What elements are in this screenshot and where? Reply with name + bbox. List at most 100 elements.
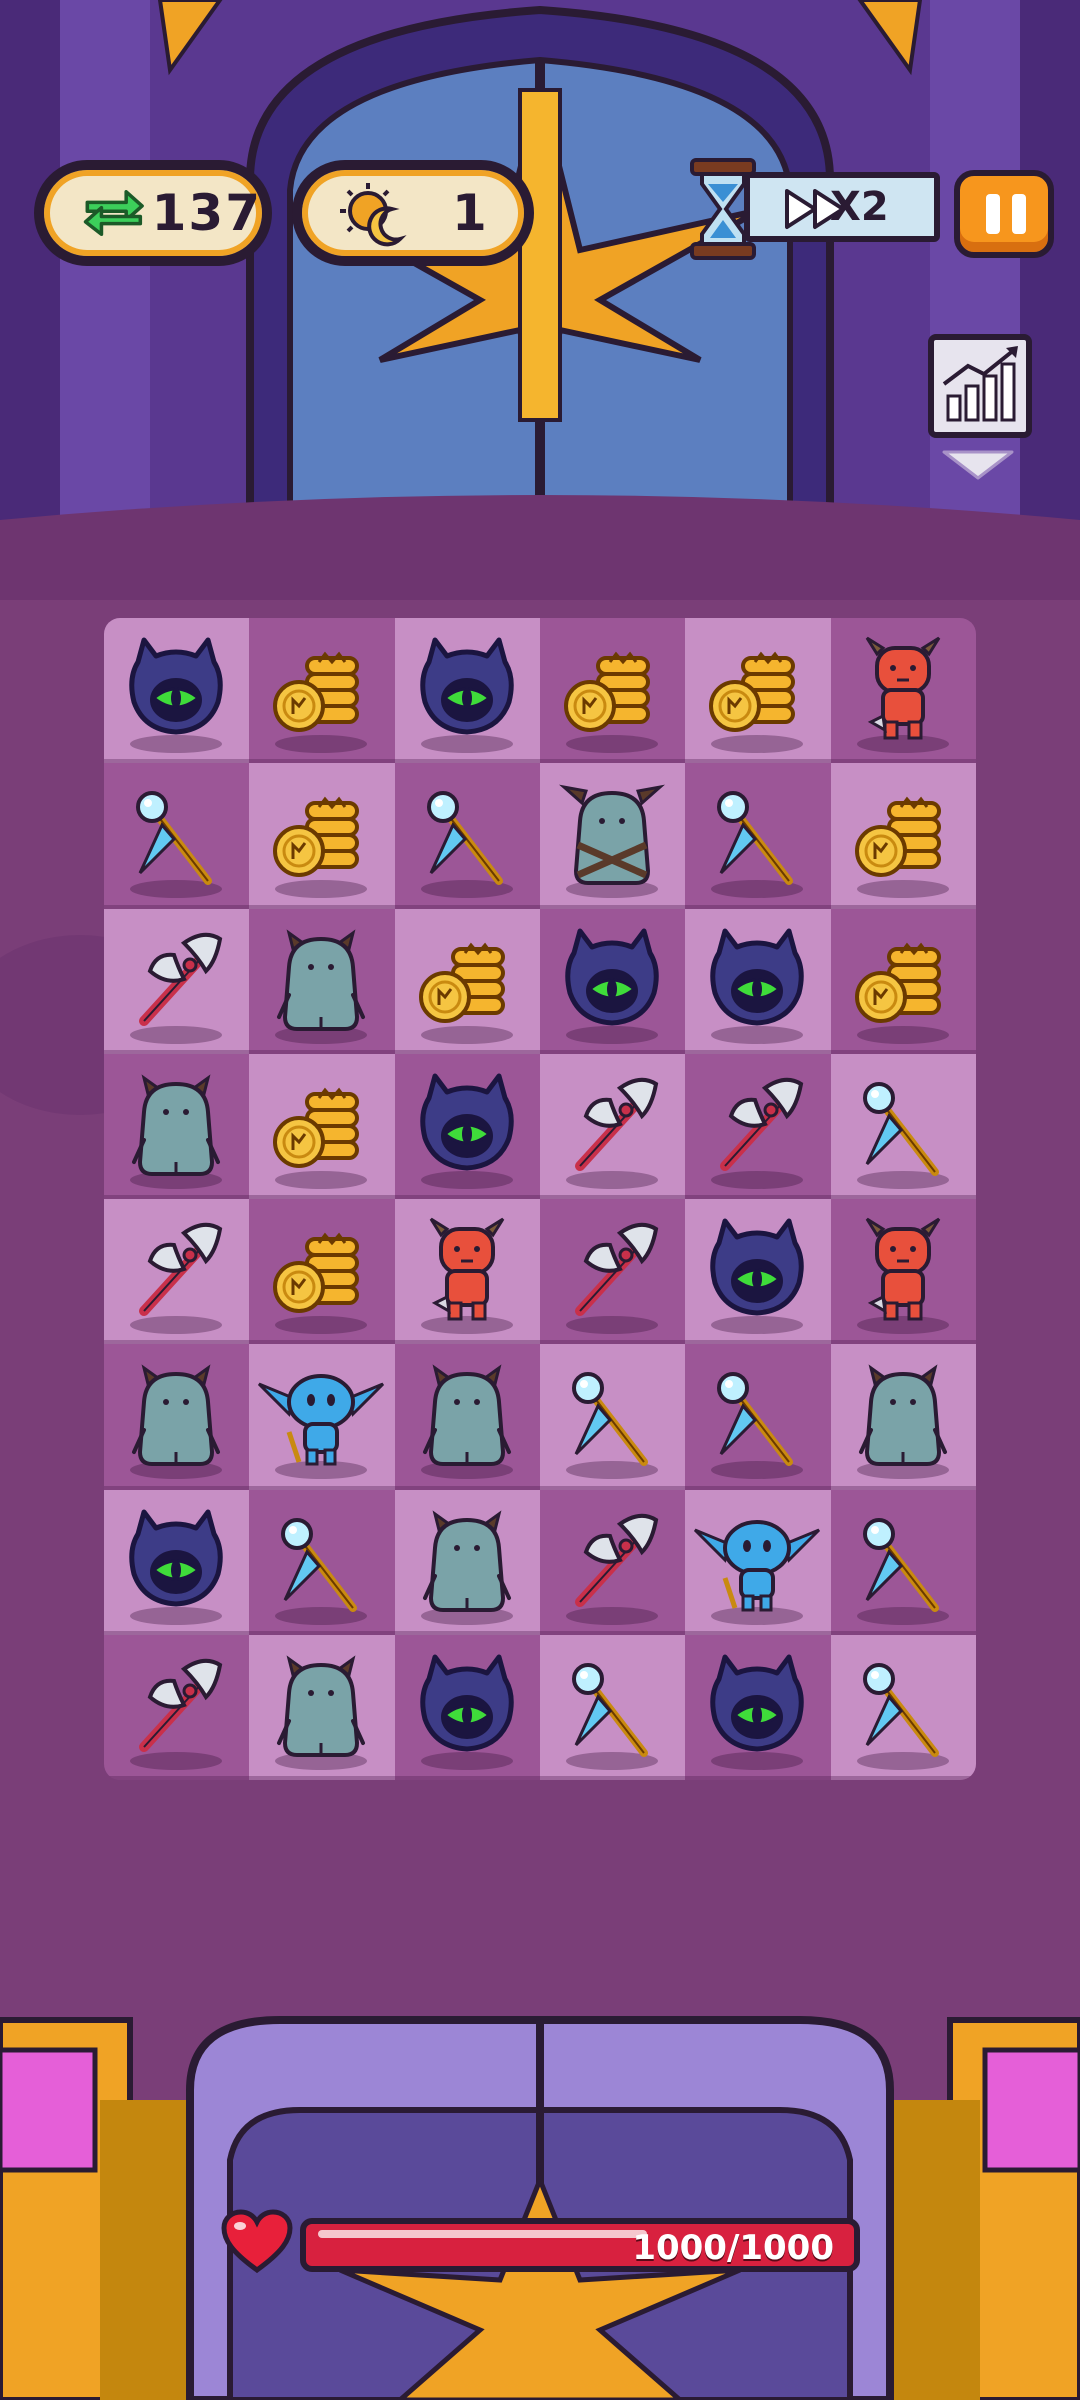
magic-staff-icon (711, 1372, 804, 1480)
board-tile[interactable] (685, 1053, 831, 1199)
board-tile[interactable] (540, 618, 686, 764)
sun-moon-icon (340, 183, 407, 247)
pause-button[interactable] (954, 170, 1054, 258)
board-tile[interactable] (685, 908, 831, 1054)
blue-goblin-icon (258, 1374, 385, 1480)
board-tile[interactable] (540, 1199, 686, 1345)
board-tile[interactable] (104, 1053, 250, 1199)
speed-toggle-button[interactable]: X2 (688, 156, 952, 266)
stats-button[interactable] (928, 334, 1032, 438)
magic-staff-icon (711, 791, 804, 899)
coin-stack-icon (709, 651, 804, 753)
board-tile[interactable] (830, 1634, 976, 1780)
hooded-eye-icon (129, 1509, 223, 1625)
board-tile[interactable] (540, 1344, 686, 1490)
board-tile[interactable] (685, 618, 831, 764)
board-tile[interactable] (830, 908, 976, 1054)
board-tile[interactable] (394, 763, 540, 909)
board-tile[interactable] (540, 908, 686, 1054)
board-tile[interactable] (685, 763, 831, 909)
coin-stack-icon (564, 651, 658, 753)
board-tile[interactable] (540, 1489, 686, 1635)
board-tile[interactable] (830, 1053, 976, 1199)
board-tile[interactable] (394, 618, 540, 764)
board-tile[interactable] (249, 1199, 395, 1345)
board-tile[interactable] (540, 1634, 686, 1780)
gray-ogre-icon (275, 1655, 368, 1770)
health-bar: 1000/1000 (220, 2208, 860, 2280)
coin-stack-icon (854, 796, 949, 899)
magic-staff-icon (566, 1372, 658, 1480)
board-tile[interactable] (104, 763, 250, 909)
board-tile[interactable] (830, 1199, 976, 1345)
board-tile[interactable] (830, 1489, 976, 1635)
board-tile[interactable] (685, 1344, 831, 1490)
magic-staff-icon (856, 1662, 949, 1770)
board-tile[interactable] (249, 1489, 395, 1635)
blue-goblin-icon (694, 1519, 821, 1625)
board-tile[interactable] (104, 618, 250, 764)
board-tile[interactable] (685, 1489, 831, 1635)
board-tile[interactable] (394, 1344, 540, 1490)
hooded-eye-icon (710, 1218, 805, 1334)
board-tile[interactable] (394, 1199, 540, 1345)
battle-axe-icon (130, 1222, 223, 1334)
magic-staff-icon (566, 1662, 658, 1770)
battle-axe-icon (711, 1077, 804, 1189)
hooded-eye-icon (419, 1654, 514, 1770)
magic-staff-icon (420, 791, 513, 899)
heart-icon (221, 2209, 293, 2274)
coin-stack-icon (273, 1087, 368, 1189)
coin-stack-icon (854, 942, 949, 1044)
board-tile[interactable] (104, 908, 250, 1054)
board-tile[interactable] (540, 763, 686, 909)
board-tile[interactable] (104, 1344, 250, 1490)
board-tile[interactable] (249, 618, 395, 764)
board-tile[interactable] (104, 1199, 250, 1345)
battle-axe-icon (566, 1222, 659, 1334)
board-tile[interactable] (394, 908, 540, 1054)
red-demon-icon (856, 1217, 949, 1334)
board-tile[interactable] (394, 1634, 540, 1780)
hooded-eye-icon (710, 928, 805, 1044)
magic-staff-icon (130, 791, 222, 899)
coin-stack-icon (418, 942, 513, 1044)
board-tile[interactable] (830, 618, 976, 764)
gray-ogre-icon (130, 1364, 222, 1480)
board-tile[interactable] (394, 1053, 540, 1199)
hooded-eye-icon (565, 928, 659, 1044)
bar-chart-icon (942, 346, 1018, 422)
board-tile[interactable] (104, 1489, 250, 1635)
gray-ogre-icon (130, 1074, 222, 1189)
hourglass-icon (690, 158, 756, 260)
chevron-down-icon[interactable] (938, 448, 1018, 482)
board-tile[interactable] (249, 1344, 395, 1490)
moves-counter: 137 (34, 160, 272, 266)
board-tile[interactable] (394, 1489, 540, 1635)
gray-ogre-icon (420, 1364, 513, 1480)
board-tile[interactable] (249, 908, 395, 1054)
moves-value: 137 (151, 184, 262, 242)
board-tile[interactable] (830, 1344, 976, 1490)
magic-staff-icon (275, 1517, 368, 1625)
board-tile[interactable] (685, 1199, 831, 1345)
board-tile[interactable] (540, 1053, 686, 1199)
fast-forward-icon (785, 189, 845, 229)
coin-stack-icon (273, 651, 368, 753)
health-bar-track: 1000/1000 (300, 2218, 860, 2272)
red-demon-icon (420, 1217, 513, 1334)
hooded-eye-icon (710, 1654, 805, 1770)
board-tile[interactable] (249, 763, 395, 909)
coin-stack-icon (273, 796, 368, 899)
board-tile[interactable] (685, 1634, 831, 1780)
board-tile[interactable] (104, 1634, 250, 1780)
board-tile[interactable] (249, 1053, 395, 1199)
magic-staff-icon (856, 1517, 949, 1625)
red-demon-icon (856, 636, 949, 753)
board-tile[interactable] (249, 1634, 395, 1780)
battle-axe-icon (130, 932, 223, 1044)
hooded-eye-icon (129, 637, 223, 753)
board-tile[interactable] (830, 763, 976, 909)
battle-axe-icon (130, 1658, 223, 1770)
hooded-eye-icon (419, 637, 514, 753)
